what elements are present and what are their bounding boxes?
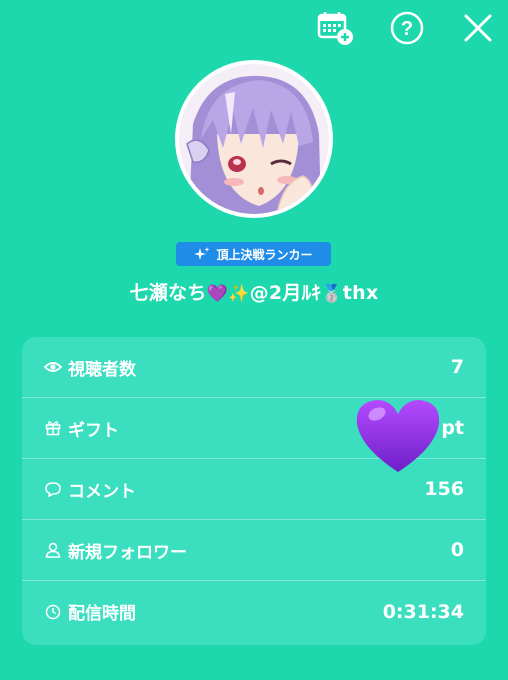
stat-value: 0 xyxy=(450,539,464,561)
help-icon: ? xyxy=(390,11,424,45)
stats-panel: 視聴者数 7 ギフト pt コメント 156 新規フォロワー 0 配信時間 0:… xyxy=(22,337,486,645)
person-icon xyxy=(44,541,62,559)
stat-row-followers: 新規フォロワー 0 xyxy=(22,520,486,581)
gift-icon xyxy=(44,419,62,437)
calendar-add-button[interactable] xyxy=(315,8,355,48)
stat-label: 配信時間 xyxy=(68,604,136,624)
ranker-badge: 頂上決戦ランカー xyxy=(176,242,331,266)
stat-value: 156 xyxy=(424,478,464,500)
calendar-add-icon xyxy=(317,12,353,45)
name-end: thx xyxy=(342,282,379,304)
medal-icon: 🥈 xyxy=(321,284,343,304)
stat-label: 視聴者数 xyxy=(68,359,136,380)
close-button[interactable] xyxy=(458,8,498,48)
clock-icon xyxy=(44,603,62,621)
top-toolbar: ? xyxy=(0,0,508,56)
avatar[interactable] xyxy=(175,60,333,218)
badge-label: 頂上決戦ランカー xyxy=(216,247,313,262)
close-icon xyxy=(464,14,492,42)
stat-label: 新規フォロワー xyxy=(68,542,187,563)
stat-label: ギフト xyxy=(68,420,119,441)
svg-text:?: ? xyxy=(401,18,413,40)
stat-row-duration: 配信時間 0:31:34 xyxy=(22,581,486,642)
stat-value: pt xyxy=(441,417,464,439)
stat-row-viewers: 視聴者数 7 xyxy=(22,337,486,398)
stat-value: 0:31:34 xyxy=(382,600,464,623)
purple-heart-icon xyxy=(353,396,443,476)
sparkle-icon xyxy=(194,247,210,260)
name-suffix: @2月ﾙｷ xyxy=(249,282,322,304)
stat-label: コメント xyxy=(68,481,136,502)
streamer-name: 七瀬なち💜✨@2月ﾙｷ🥈thx xyxy=(0,278,508,305)
help-button[interactable]: ? xyxy=(387,8,427,48)
avatar-image xyxy=(179,64,329,214)
name-emojis: 💜✨ xyxy=(206,284,250,304)
name-text: 七瀬なち xyxy=(129,282,207,304)
stat-value: 7 xyxy=(450,356,464,378)
eye-icon xyxy=(44,358,62,376)
comment-icon xyxy=(44,480,62,498)
